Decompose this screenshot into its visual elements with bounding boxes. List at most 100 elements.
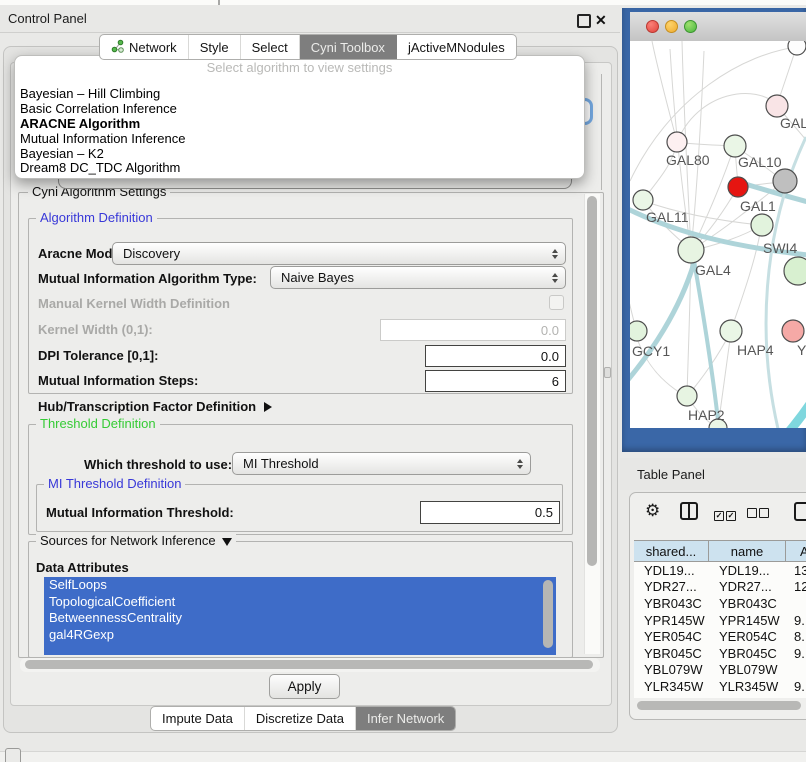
tab-style[interactable]: Style: [189, 35, 241, 59]
table-cell: YDR27...: [634, 579, 709, 594]
algorithm-item-aracne-algorithm[interactable]: ARACNE Algorithm: [17, 117, 577, 132]
network-node-gal80[interactable]: [667, 132, 687, 152]
collapsed-panel-icon[interactable]: [5, 748, 21, 762]
network-node-gal11[interactable]: [633, 190, 653, 210]
column-header-name[interactable]: name: [709, 541, 786, 561]
table-row[interactable]: YBR045CYBR045C9.: [634, 645, 806, 662]
network-node-gal1[interactable]: [728, 177, 748, 197]
column-header-a[interactable]: A: [786, 541, 806, 561]
hub-definition-toggle[interactable]: Hub/Transcription Factor Definition: [38, 399, 272, 414]
network-node-gcy1[interactable]: [630, 321, 647, 341]
tab-select[interactable]: Select: [241, 35, 300, 59]
table-cell: YBR043C: [634, 596, 709, 611]
table-row[interactable]: YPR145WYPR145W9.: [634, 612, 806, 629]
algorithm-item-mutual-information-inference[interactable]: Mutual Information Inference: [17, 132, 577, 147]
table-cell: YBL079W: [709, 662, 786, 677]
column-header-shared[interactable]: shared...: [634, 541, 709, 561]
table-row[interactable]: YIL052CYIL052C0.: [634, 695, 806, 698]
deselect-all-icon[interactable]: [747, 506, 769, 521]
column-selector-icon[interactable]: [680, 502, 698, 520]
network-node[interactable]: [784, 257, 806, 285]
table-row[interactable]: YBR043CYBR043C: [634, 595, 806, 612]
kernel-width-field[interactable]: 0.0: [380, 319, 566, 341]
table-options-icon[interactable]: [794, 502, 806, 521]
table-cell: 12: [786, 579, 806, 594]
mi-type-combo[interactable]: Naive Bayes: [270, 266, 566, 289]
table-cell: YLR345W: [709, 679, 786, 694]
mi-threshold-field[interactable]: 0.5: [420, 501, 560, 524]
mi-steps-label: Mutual Information Steps:: [38, 373, 198, 388]
aracne-mode-value: Discovery: [123, 246, 180, 261]
attribute-item-clipped[interactable]: [44, 643, 556, 655]
table-row[interactable]: YER054CYER054C8.: [634, 628, 806, 645]
network-node-gal4[interactable]: [678, 237, 704, 263]
panel-splitter-handle[interactable]: [604, 367, 611, 378]
network-edge-bright: [776, 401, 806, 428]
table-cell: 8.: [786, 629, 806, 644]
tab-cyni-toolbox[interactable]: Cyni Toolbox: [300, 35, 397, 59]
table-row[interactable]: YDL19...YDL19...13: [634, 562, 806, 579]
table-cell: YIL052C: [709, 696, 786, 698]
control-panel-title: Control Panel: [8, 11, 87, 26]
attributes-vscrollbar-thumb[interactable]: [543, 580, 553, 648]
network-node-swi4[interactable]: [751, 214, 773, 236]
tab-impute-data[interactable]: Impute Data: [151, 707, 245, 730]
stepper-icon: [517, 459, 523, 469]
attribute-item-topologicalcoefficient[interactable]: TopologicalCoefficient: [44, 594, 556, 611]
mi-type-value: Naive Bayes: [281, 270, 354, 285]
algorithm-item-basic-correlation-inference[interactable]: Basic Correlation Inference: [17, 102, 577, 117]
stepper-icon: [552, 273, 558, 283]
table-hscrollbar-thumb[interactable]: [637, 701, 801, 710]
network-canvas[interactable]: GALGAL80GAL10GAL1GAL11SWI4GAL4HAP4YGCY1H…: [630, 41, 806, 428]
aracne-mode-combo[interactable]: Discovery: [112, 242, 566, 265]
table-row[interactable]: YDR27...YDR27...12: [634, 579, 806, 596]
algorithm-item-dream8-dc-tdc-algorithm[interactable]: Dream8 DC_TDC Algorithm: [17, 161, 577, 176]
attribute-item-betweennesscentrality[interactable]: BetweennessCentrality: [44, 610, 556, 627]
select-all-icon[interactable]: ✓✓: [714, 506, 736, 521]
dpi-tolerance-field[interactable]: 0.0: [425, 345, 566, 367]
table-row[interactable]: YBL079WYBL079W: [634, 662, 806, 679]
network-window-titlebar[interactable]: [630, 12, 806, 42]
mi-steps-field[interactable]: 6: [425, 370, 566, 392]
cyni-bottom-tabbar: Impute DataDiscretize DataInfer Network: [150, 706, 456, 731]
tab-discretize-data[interactable]: Discretize Data: [245, 707, 356, 730]
control-panel-titlebar: Control Panel: [0, 5, 620, 33]
settings-vscrollbar-thumb[interactable]: [587, 196, 597, 566]
expand-right-icon: [264, 402, 272, 412]
control-panel-tabbar: NetworkStyleSelectCyni ToolboxjActiveMNo…: [99, 34, 517, 60]
table-header-row: shared...nameA: [634, 540, 806, 562]
float-window-icon[interactable]: [577, 14, 591, 28]
minimize-traffic-light[interactable]: [665, 20, 678, 33]
settings-hscrollbar-thumb[interactable]: [25, 660, 593, 669]
collapse-down-icon: [222, 538, 232, 546]
attribute-item-gal4rgexp[interactable]: gal4RGexp: [44, 627, 556, 644]
network-node-hap2[interactable]: [677, 386, 697, 406]
table-body: YDL19...YDL19...13YDR27...YDR27...12YBR0…: [634, 562, 806, 698]
bottom-strip: [0, 751, 806, 762]
close-traffic-light[interactable]: [646, 20, 659, 33]
sources-toggle[interactable]: Sources for Network Inference: [36, 534, 236, 548]
manual-kernel-checkbox[interactable]: [549, 295, 564, 310]
apply-button[interactable]: Apply: [269, 674, 340, 699]
attribute-item-selfloops[interactable]: SelfLoops: [44, 577, 556, 594]
close-icon[interactable]: ✕: [595, 12, 607, 29]
table-panel-header: Table Panel: [620, 458, 806, 490]
table-cell: YIL052C: [634, 696, 709, 698]
network-node-y[interactable]: [782, 320, 804, 342]
mi-threshold-label: Mutual Information Threshold:: [46, 505, 234, 520]
algorithm-item-bayesian-k2[interactable]: Bayesian – K2: [17, 147, 577, 162]
network-node[interactable]: [773, 169, 797, 193]
which-threshold-combo[interactable]: MI Threshold: [232, 452, 531, 475]
settings-gear-icon[interactable]: ⚙: [645, 501, 660, 521]
table-row[interactable]: YLR345WYLR345W9.: [634, 678, 806, 695]
tab-jactivemnodules[interactable]: jActiveMNodules: [397, 35, 516, 59]
network-window: GALGAL80GAL10GAL1GAL11SWI4GAL4HAP4YGCY1H…: [622, 8, 806, 452]
zoom-traffic-light[interactable]: [684, 20, 697, 33]
network-node[interactable]: [788, 41, 806, 55]
network-node-hap4[interactable]: [720, 320, 742, 342]
table-cell: YER054C: [709, 629, 786, 644]
tab-network[interactable]: Network: [100, 35, 189, 59]
tab-infer-network[interactable]: Infer Network: [356, 707, 455, 730]
network-node-gal[interactable]: [766, 95, 788, 117]
algorithm-item-bayesian-hill-climbing[interactable]: Bayesian – Hill Climbing: [17, 87, 577, 102]
